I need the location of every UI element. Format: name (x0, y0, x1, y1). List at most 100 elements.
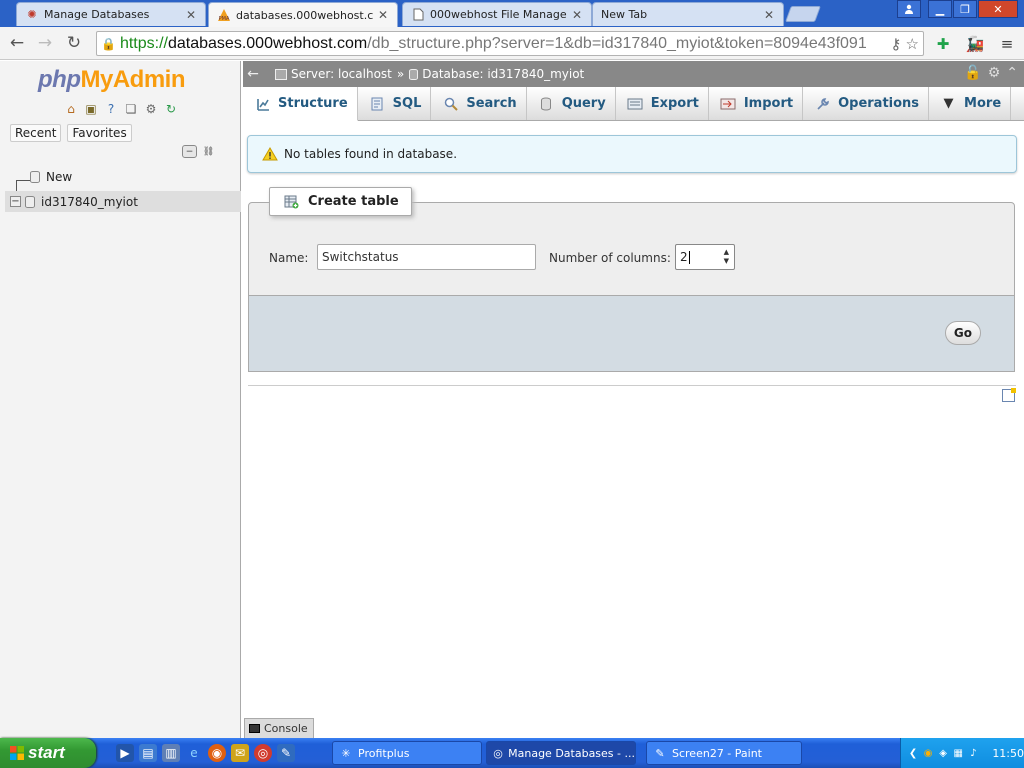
outlook-icon[interactable]: ✉ (231, 744, 249, 762)
server-icon (275, 68, 287, 80)
browser-tab-new-tab[interactable]: New Tab ✕ (592, 2, 784, 26)
tray-app-icon[interactable]: ◉ (922, 746, 934, 760)
new-tab-button[interactable] (785, 6, 821, 22)
minimize-window-button[interactable]: ▁ (928, 0, 952, 18)
pma-menu-bar: Structure SQL Search Query Export Import… (243, 87, 1024, 121)
create-table-legend: Create table (269, 187, 412, 216)
browser-tab-databases[interactable]: PMA databases.000webhost.com ✕ (208, 2, 398, 27)
close-tab-icon[interactable]: ✕ (763, 8, 775, 22)
settings-gear-icon[interactable]: ⚙ (988, 65, 1001, 81)
media-player-icon[interactable]: ▶ (116, 744, 134, 762)
home-icon[interactable]: ⌂ (63, 101, 79, 117)
text-cursor (688, 250, 690, 264)
breadcrumb-database[interactable]: Database: id317840_myiot (422, 67, 584, 81)
recent-button[interactable]: Recent (10, 124, 62, 142)
close-tab-icon[interactable]: ✕ (185, 8, 197, 22)
number-of-columns-input[interactable]: 2 ▲ ▼ (675, 244, 735, 270)
page-notes-icon[interactable] (1002, 388, 1016, 402)
help-icon[interactable]: ? (103, 101, 119, 117)
train-extension-icon[interactable]: 🚂 (965, 34, 985, 54)
link-with-main-icon[interactable]: ⛓ (201, 145, 216, 158)
new-database-icon (30, 170, 40, 183)
chrome-icon[interactable]: ◎ (254, 744, 272, 762)
taskbar-item-profitplus[interactable]: ✳ Profitplus (332, 741, 482, 765)
tab-search[interactable]: Search (431, 87, 527, 120)
logout-icon[interactable]: ▣ (83, 101, 99, 117)
tab-structure[interactable]: Structure (243, 87, 358, 121)
tab-operations[interactable]: Operations (803, 87, 930, 120)
table-name-input[interactable]: Switchstatus (317, 244, 536, 270)
tab-export[interactable]: Export (616, 87, 709, 120)
sparkle-app-icon: ✳ (341, 746, 351, 760)
notepad-icon[interactable]: ▥ (162, 744, 180, 762)
console-tab[interactable]: Console (244, 718, 314, 738)
name-label: Name: (269, 251, 309, 265)
pma-navigation-panel: phpMyAdmin ⌂ ▣ ? ❏ ⚙ ↻ Recent Favorites … (0, 61, 241, 738)
notice-message: No tables found in database. (247, 135, 1017, 173)
address-bar[interactable]: 🔒 https://databases.000webhost.com/db_st… (96, 31, 924, 56)
pma-main-panel: ← Server: localhost » Database: id317840… (243, 61, 1024, 738)
browser-tab-file-manager[interactable]: 000webhost File Manager ✕ (402, 2, 592, 26)
tree-connector (16, 180, 30, 181)
tab-more[interactable]: ▼ More (929, 87, 1012, 120)
console-icon (249, 724, 260, 733)
volume-icon[interactable]: ♪ (967, 746, 979, 760)
close-window-button[interactable]: ✕ (978, 0, 1018, 18)
paint-icon: ✎ (655, 746, 665, 760)
browser-tab-strip: ✺ Manage Databases ✕ PMA databases.000we… (0, 0, 1024, 27)
divider (248, 385, 1016, 386)
sql-icon (369, 96, 386, 112)
internet-explorer-icon[interactable]: e (185, 744, 203, 762)
settings-gear-icon[interactable]: ⚙ (143, 101, 159, 117)
phpmyadmin-logo[interactable]: phpMyAdmin (38, 66, 185, 94)
menu-icon[interactable]: ≡ (997, 34, 1017, 54)
reload-nav-icon[interactable]: ↻ (163, 101, 179, 117)
firefox-icon[interactable]: ◉ (208, 744, 226, 762)
quick-launch: ▶ ▤ ▥ e ◉ ✉ ◎ ✎ (116, 744, 295, 762)
create-table-footer: Go (248, 296, 1015, 372)
tray-shield-icon[interactable]: ◈ (937, 746, 949, 760)
pma-favicon-icon: PMA (217, 8, 231, 22)
collapse-all-icon[interactable]: − (182, 145, 197, 158)
tab-query[interactable]: Query (527, 87, 616, 120)
close-tab-icon[interactable]: ✕ (377, 8, 389, 22)
restore-window-button[interactable]: ❐ (953, 0, 977, 18)
taskbar-item-paint[interactable]: ✎ Screen27 - Paint (646, 741, 802, 765)
back-arrow-icon[interactable]: ← (6, 32, 28, 54)
start-button[interactable]: start (0, 738, 96, 768)
forward-arrow-icon[interactable]: → (34, 32, 56, 54)
browser-tab-manage-databases[interactable]: ✺ Manage Databases ✕ (16, 2, 206, 26)
collapse-top-icon[interactable]: ⌃ (1006, 65, 1018, 81)
collapse-nav-arrow-icon[interactable]: ← (243, 66, 263, 82)
tray-expand-icon[interactable]: ❮ (907, 746, 919, 760)
collapse-tree-icon[interactable]: − (10, 196, 21, 207)
tree-item-new[interactable]: New (30, 166, 72, 187)
export-icon (627, 96, 644, 112)
windows-taskbar: start ▶ ▤ ▥ e ◉ ✉ ◎ ✎ ✳ Profitplus ◎ Man… (0, 738, 1024, 768)
swirl-favicon-icon: ✺ (27, 8, 37, 21)
paint-icon[interactable]: ✎ (277, 744, 295, 762)
breadcrumb-server[interactable]: Server: localhost (291, 67, 392, 81)
reload-icon[interactable]: ↻ (63, 32, 85, 54)
tree-item-database[interactable]: − id317840_myiot (5, 191, 241, 212)
query-icon (538, 96, 555, 112)
tab-sql[interactable]: SQL (358, 87, 432, 120)
network-icon[interactable]: ▦ (952, 746, 964, 760)
puzzle-extension-icon[interactable]: ✚ (933, 34, 953, 54)
docs-icon[interactable]: ❏ (123, 101, 139, 117)
taskbar-item-manage-databases[interactable]: ◎ Manage Databases - ... (486, 741, 636, 765)
close-tab-icon[interactable]: ✕ (571, 8, 583, 22)
tab-import[interactable]: Import (709, 87, 804, 120)
columns-label: Number of columns: (549, 251, 671, 265)
favorites-button[interactable]: Favorites (67, 124, 132, 142)
windows-flag-icon (9, 745, 25, 761)
breadcrumb-separator: » (396, 67, 405, 81)
system-tray: ❮ ◉ ◈ ▦ ♪ 11:50 (900, 738, 1024, 768)
lock-icon[interactable]: 🔓 (964, 65, 981, 81)
spinner-arrows-icon[interactable]: ▲ ▼ (724, 248, 729, 266)
chrome-icon: ◎ (493, 746, 503, 760)
key-and-star-icons[interactable]: ⚷ ☆ (890, 35, 919, 53)
explorer-icon[interactable]: ▤ (139, 744, 157, 762)
go-button[interactable]: Go (944, 321, 981, 345)
user-profile-icon[interactable] (897, 0, 921, 18)
